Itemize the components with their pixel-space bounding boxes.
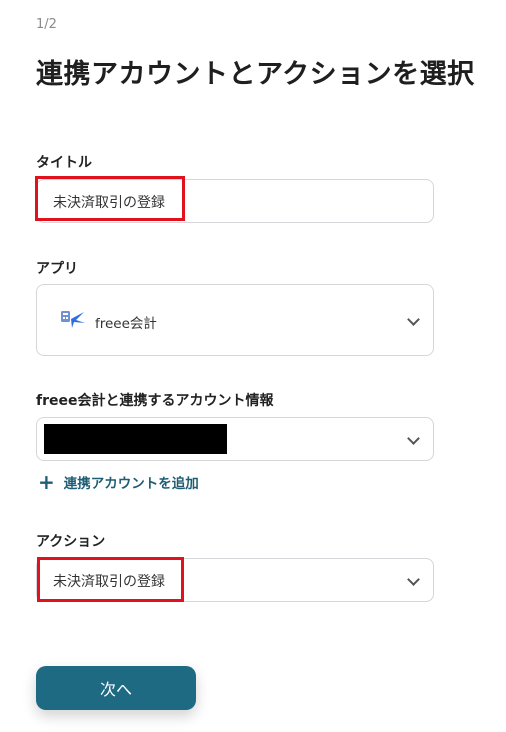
account-label: freee会計と連携するアカウント情報 (36, 393, 274, 409)
chevron-down-icon (407, 573, 420, 586)
action-select[interactable]: 未決済取引の登録 (36, 558, 434, 602)
chevron-down-icon (407, 313, 420, 326)
title-label: タイトル (36, 155, 92, 171)
plus-icon: + (38, 470, 55, 494)
app-select[interactable]: freee会計 (36, 284, 434, 356)
page-title: 連携アカウントとアクションを選択 (36, 59, 475, 90)
action-select-value: 未決済取引の登録 (53, 574, 165, 590)
title-field[interactable]: 未決済取引の登録 (36, 179, 434, 223)
app-label: アプリ (36, 261, 78, 277)
freee-logo-icon (61, 311, 85, 328)
redacted-account-name (44, 424, 227, 454)
app-select-value: freee会計 (95, 316, 157, 332)
next-button[interactable]: 次へ (36, 666, 196, 710)
action-label: アクション (36, 534, 106, 550)
add-account-link[interactable]: + 連携アカウントを追加 (38, 472, 199, 492)
step-indicator: 1/2 (36, 17, 57, 32)
chevron-down-icon (407, 432, 420, 445)
add-account-link-label: 連携アカウントを追加 (63, 476, 199, 492)
title-field-value: 未決済取引の登録 (53, 195, 165, 211)
